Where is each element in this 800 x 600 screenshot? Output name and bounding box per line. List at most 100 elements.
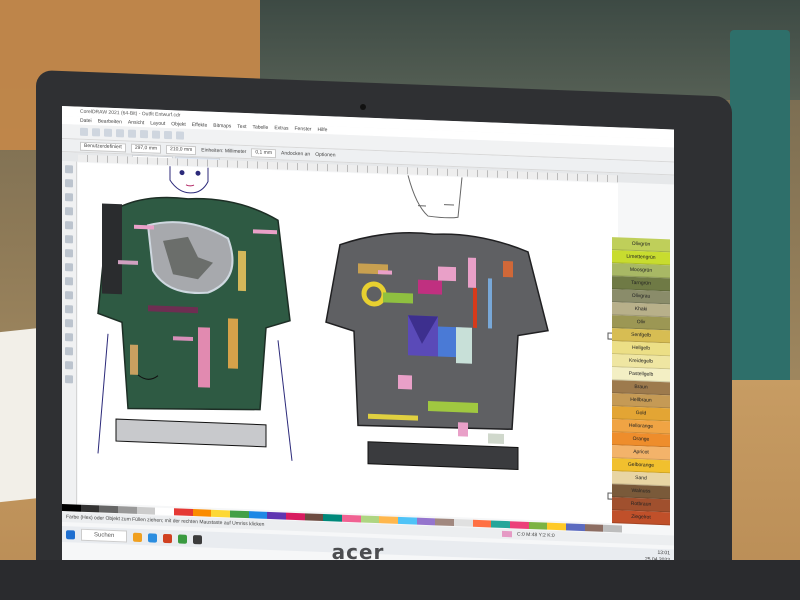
toolbox: [62, 161, 77, 506]
open-icon[interactable]: [92, 128, 100, 137]
fill-color-indicator[interactable]: [502, 530, 512, 538]
color-row-swatch[interactable]: [454, 519, 473, 527]
menu-item[interactable]: Extras: [274, 125, 288, 132]
color-row-swatch[interactable]: [342, 514, 361, 523]
windows-start-icon[interactable]: [66, 529, 75, 539]
color-row-swatch[interactable]: [510, 521, 529, 529]
export-icon[interactable]: [164, 130, 172, 140]
nudge-field[interactable]: 0,1 mm: [251, 147, 276, 158]
interactive-fill-icon[interactable]: [65, 375, 73, 384]
menu-item[interactable]: Fenster: [295, 126, 312, 133]
laptop-screen: CorelDRAW 2021 (64-Bit) - Outfit Entwurf…: [62, 106, 674, 590]
polygon-tool-icon[interactable]: [65, 277, 73, 286]
coreldraw-icon[interactable]: [193, 534, 203, 544]
chrome-icon[interactable]: [178, 533, 188, 544]
color-row-swatch[interactable]: [472, 519, 492, 528]
freehand-tool-icon[interactable]: [65, 221, 73, 230]
save-icon[interactable]: [104, 128, 112, 137]
webcam-icon: [360, 104, 366, 110]
menu-item[interactable]: Text: [237, 124, 246, 130]
drawing-canvas[interactable]: [78, 162, 618, 524]
file-explorer-icon[interactable]: [133, 532, 143, 542]
zoom-tool-icon[interactable]: [65, 207, 73, 216]
page-height-field[interactable]: 210,0 mm: [166, 144, 197, 155]
rectangle-tool-icon[interactable]: [65, 249, 73, 258]
page-preset-select[interactable]: Benutzerdefiniert: [80, 141, 126, 152]
page-width-field[interactable]: 297,0 mm: [130, 143, 162, 154]
color-row-swatch[interactable]: [304, 513, 324, 522]
color-row-swatch[interactable]: [230, 510, 249, 519]
left-figure-head: [169, 166, 209, 194]
text-tool-icon[interactable]: [65, 291, 73, 300]
zoom-icon[interactable]: [176, 131, 184, 140]
undo-icon[interactable]: [128, 129, 136, 138]
color-row-swatch[interactable]: [211, 509, 231, 518]
color-row-swatch[interactable]: [435, 518, 455, 527]
pick-tool-icon[interactable]: [65, 165, 73, 174]
right-figure-arm-line: [277, 340, 293, 461]
color-row-swatch[interactable]: [136, 506, 156, 515]
menu-item[interactable]: Ansicht: [128, 120, 144, 127]
menu-item[interactable]: Hilfe: [317, 127, 327, 133]
color-row-swatch[interactable]: [155, 507, 175, 516]
artistic-media-icon[interactable]: [65, 235, 73, 244]
edge-browser-icon[interactable]: [148, 532, 158, 543]
transparency-tool-icon[interactable]: [65, 347, 73, 356]
right-figure-neck: [407, 175, 463, 219]
color-row-swatch[interactable]: [80, 504, 100, 513]
redo-icon[interactable]: [140, 129, 148, 139]
color-row-swatch[interactable]: [603, 524, 623, 533]
options-button[interactable]: Optionen: [315, 152, 335, 159]
teal-chair-frame: [730, 30, 790, 390]
shape-tool-icon[interactable]: [65, 179, 73, 188]
menu-item[interactable]: Layout: [150, 120, 165, 127]
import-icon[interactable]: [152, 130, 160, 139]
paper-stack: [0, 327, 40, 503]
color-row-swatch[interactable]: [416, 517, 436, 526]
color-row-swatch[interactable]: [528, 521, 548, 530]
left-sleeve-shadow: [102, 203, 122, 295]
laptop-keyboard-base: [0, 560, 800, 600]
right-shirt-design[interactable]: [325, 229, 549, 471]
color-row-swatch[interactable]: [360, 515, 380, 524]
left-shirt-design[interactable]: [97, 195, 291, 448]
color-row-swatch[interactable]: [491, 520, 511, 529]
left-figure-arm-line: [97, 333, 109, 454]
parallel-dimension-icon[interactable]: [65, 305, 73, 314]
color-row-swatch[interactable]: [323, 514, 343, 522]
menu-item[interactable]: Tabelle: [252, 124, 268, 131]
color-row-swatch[interactable]: [566, 523, 585, 532]
taskbar-search-input[interactable]: Suchen: [81, 528, 128, 543]
color-row-swatch[interactable]: [62, 504, 81, 512]
color-row-swatch[interactable]: [174, 508, 193, 517]
menu-item[interactable]: Effekte: [192, 122, 207, 129]
design-artwork: [97, 166, 615, 500]
eyedropper-icon[interactable]: [65, 361, 73, 370]
color-row-swatch[interactable]: [248, 511, 268, 519]
color-row-swatch[interactable]: [267, 511, 287, 520]
color-row-swatch[interactable]: [379, 516, 399, 524]
color-palette: Olivgrün Limettengrün Moosgrün Tarngrün Oliv…: [612, 237, 670, 526]
color-row-swatch[interactable]: [286, 512, 305, 521]
color-row-swatch[interactable]: [584, 524, 604, 532]
color-row-swatch[interactable]: [547, 522, 567, 531]
color-row-swatch[interactable]: [99, 505, 119, 514]
color-readout: C:0 M:48 Y:2 K:0: [517, 531, 555, 539]
menu-item[interactable]: Bearbeiten: [98, 118, 122, 125]
drop-shadow-icon[interactable]: [65, 333, 73, 342]
menu-item[interactable]: Objekt: [171, 121, 185, 128]
color-row-swatch[interactable]: [192, 509, 212, 517]
new-document-icon[interactable]: [80, 127, 88, 136]
color-row-swatch[interactable]: [118, 506, 137, 514]
units-label[interactable]: Einheiten: Millimeter: [201, 147, 246, 155]
menu-item[interactable]: Datei: [80, 118, 92, 124]
connector-tool-icon[interactable]: [65, 319, 73, 328]
crop-tool-icon[interactable]: [65, 193, 73, 202]
menu-item[interactable]: Bitmaps: [213, 123, 231, 130]
print-icon[interactable]: [116, 129, 124, 138]
color-row-swatch[interactable]: [398, 516, 417, 525]
ellipse-tool-icon[interactable]: [65, 263, 73, 272]
snap-to-button[interactable]: Andocken an: [281, 150, 310, 157]
palette-swatch[interactable]: Ziegelrot: [612, 510, 670, 526]
office-icon[interactable]: [163, 533, 173, 543]
